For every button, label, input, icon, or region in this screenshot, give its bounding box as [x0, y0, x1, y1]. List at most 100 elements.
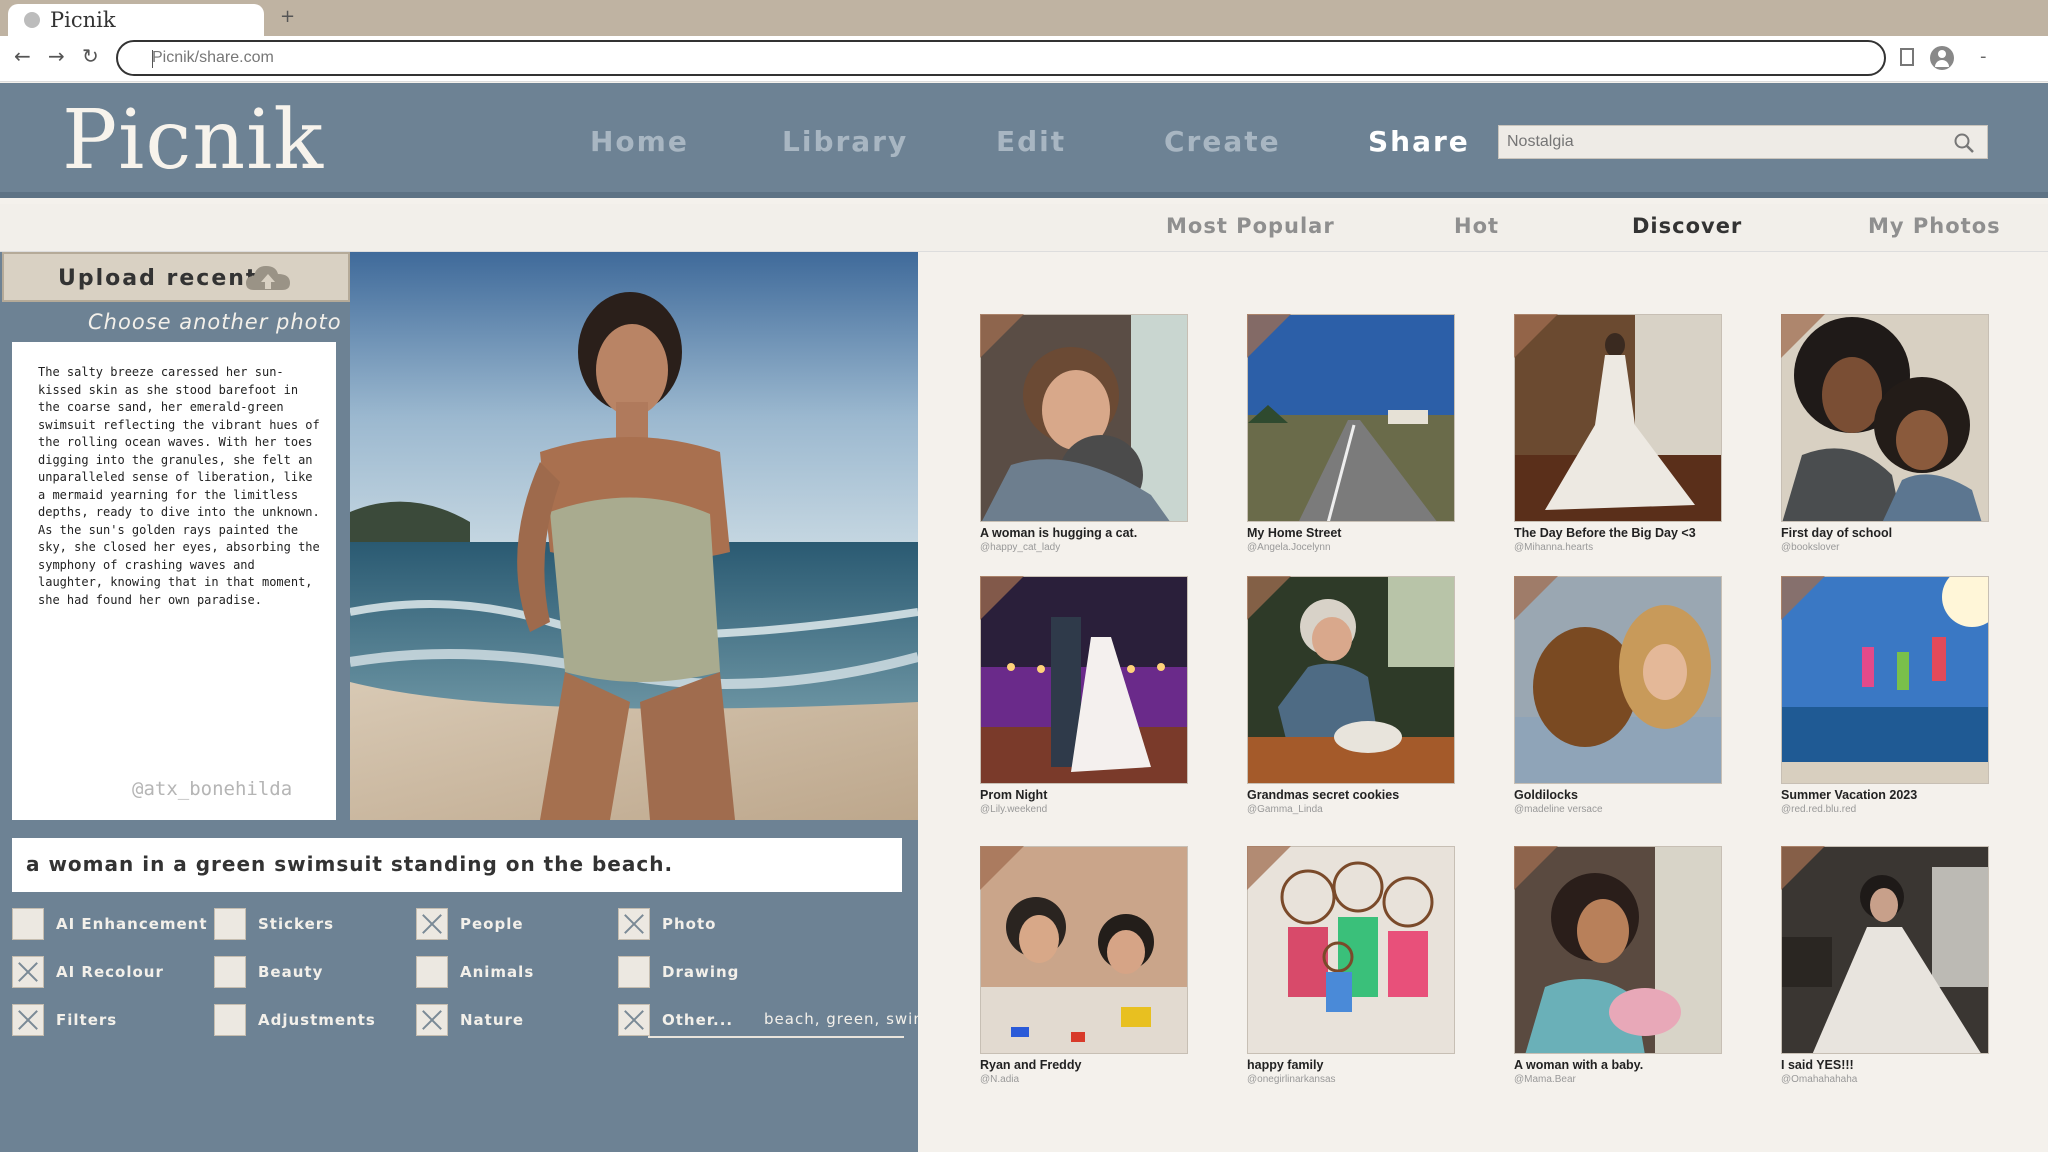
choose-another-photo-link[interactable]: Choose another photo	[88, 310, 342, 334]
checkbox-checked[interactable]	[416, 1004, 448, 1036]
photo-detail-panel: Upload recent Choose another photo The s…	[0, 252, 928, 1152]
nav-share[interactable]: Share	[1368, 125, 1470, 158]
card-title: Prom Night	[980, 788, 1048, 802]
checkbox-checked[interactable]	[618, 1004, 650, 1036]
forward-arrow-icon[interactable]: →	[48, 44, 65, 68]
subnav-most-popular[interactable]: Most Popular	[1166, 214, 1335, 238]
card-title: The Day Before the Big Day <3	[1514, 526, 1696, 540]
story-text: The salty breeze caressed her sun-kissed…	[38, 365, 320, 607]
checkbox[interactable]	[214, 1004, 246, 1036]
card-title: A woman with a baby.	[1514, 1058, 1644, 1072]
card-user[interactable]: @Lily.weekend	[980, 804, 1047, 815]
card-title: A woman is hugging a cat.	[980, 526, 1138, 540]
corner-fold	[980, 846, 1024, 890]
subnav-my-photos[interactable]: My Photos	[1868, 214, 2001, 238]
story-card: The salty breeze caressed her sun-kissed…	[12, 342, 336, 820]
card-user[interactable]: @bookslover	[1781, 542, 1840, 553]
search-icon[interactable]	[1953, 132, 1975, 154]
caption-text: a woman in a green swimsuit standing on …	[26, 852, 674, 876]
upload-recent-label: Upload recent	[58, 266, 259, 291]
option-label: Adjustments	[258, 1011, 376, 1029]
card-user[interactable]: @Mihanna.hearts	[1514, 542, 1593, 553]
new-tab-button[interactable]: +	[280, 6, 295, 27]
card-user[interactable]: @N.adia	[980, 1074, 1019, 1085]
option-label: AI Recolour	[56, 963, 164, 981]
browser-tab[interactable]: Picnik	[8, 4, 264, 36]
url-text: Picnik/share.com	[152, 49, 274, 66]
checkbox[interactable]	[416, 956, 448, 988]
other-tags-underline	[648, 1036, 904, 1038]
card-title: happy family	[1247, 1058, 1324, 1072]
address-bar[interactable]: Picnik/share.com	[116, 40, 1886, 76]
profile-avatar-icon[interactable]	[1930, 46, 1954, 70]
option-label: AI Enhancement	[56, 915, 208, 933]
menu-icon[interactable]: -	[1980, 46, 1987, 67]
corner-fold	[1781, 314, 1825, 358]
corner-fold	[1781, 576, 1825, 620]
search-box	[1498, 125, 1988, 159]
discover-gallery: A woman is hugging a cat. @happy_cat_lad…	[918, 252, 2048, 1152]
checkbox-checked[interactable]	[618, 908, 650, 940]
subnav-hot[interactable]: Hot	[1454, 214, 1499, 238]
checkbox[interactable]	[214, 956, 246, 988]
nav-edit[interactable]: Edit	[996, 125, 1066, 158]
checkbox[interactable]	[12, 908, 44, 940]
other-tags-input[interactable]: beach, green, swim	[764, 1010, 929, 1028]
caption-field[interactable]: a woman in a green swimsuit standing on …	[12, 838, 902, 892]
card-user[interactable]: @happy_cat_lady	[980, 542, 1060, 553]
nav-create[interactable]: Create	[1164, 125, 1281, 158]
browser-tab-bar: Picnik +	[0, 0, 2048, 36]
card-user[interactable]: @red.red.blu.red	[1781, 804, 1856, 815]
checkbox[interactable]	[214, 908, 246, 940]
option-label: Animals	[460, 963, 535, 981]
card-title: First day of school	[1781, 526, 1893, 540]
corner-fold	[980, 576, 1024, 620]
corner-fold	[1247, 846, 1291, 890]
corner-fold	[1781, 846, 1825, 890]
option-label: Drawing	[662, 963, 740, 981]
option-label: Photo	[662, 915, 717, 933]
site-header: Picnik Home Library Edit Create Share	[0, 83, 2048, 198]
option-label: Beauty	[258, 963, 324, 981]
option-label: Filters	[56, 1011, 118, 1029]
card-user[interactable]: @onegirlinarkansas	[1247, 1074, 1336, 1085]
corner-fold	[980, 314, 1024, 358]
favicon-icon	[24, 12, 40, 28]
card-title: Grandmas secret cookies	[1247, 788, 1400, 802]
card-user[interactable]: @madeline versace	[1514, 804, 1603, 815]
corner-fold	[1514, 846, 1558, 890]
card-title: My Home Street	[1247, 526, 1342, 540]
back-arrow-icon[interactable]: ←	[14, 44, 31, 68]
browser-toolbar: ← → ↻ Picnik/share.com -	[0, 36, 2048, 82]
option-label: Nature	[460, 1011, 525, 1029]
site-logo[interactable]: Picnik	[62, 93, 324, 188]
author-handle[interactable]: @atx_bonehilda	[132, 778, 292, 800]
card-user[interactable]: @Gamma_Linda	[1247, 804, 1323, 815]
card-title: Ryan and Freddy	[980, 1058, 1082, 1072]
selected-photo	[350, 252, 918, 820]
subnav-discover[interactable]: Discover	[1632, 214, 1742, 238]
reload-icon[interactable]: ↻	[82, 44, 99, 68]
checkbox[interactable]	[618, 956, 650, 988]
nav-home[interactable]: Home	[590, 125, 689, 158]
checkbox-checked[interactable]	[12, 1004, 44, 1036]
nav-library[interactable]: Library	[782, 125, 908, 158]
option-label: Other...	[662, 1011, 734, 1029]
corner-fold	[1247, 314, 1291, 358]
option-label: Stickers	[258, 915, 335, 933]
card-user[interactable]: @Omahahahaha	[1781, 1074, 1857, 1085]
sub-navigation: Most Popular Hot Discover My Photos	[0, 204, 2048, 252]
corner-fold	[1247, 576, 1291, 620]
search-input[interactable]	[1507, 131, 1927, 153]
card-user[interactable]: @Angela.Jocelynn	[1247, 542, 1331, 553]
checkbox-checked[interactable]	[416, 908, 448, 940]
checkbox-checked[interactable]	[12, 956, 44, 988]
card-user[interactable]: @Mama.Bear	[1514, 1074, 1576, 1085]
tab-title: Picnik	[50, 8, 116, 32]
card-title: Summer Vacation 2023	[1781, 788, 1918, 802]
cloud-upload-icon	[246, 266, 290, 290]
corner-fold	[1514, 576, 1558, 620]
reader-view-icon[interactable]	[1900, 48, 1914, 66]
corner-fold	[1514, 314, 1558, 358]
upload-recent-button[interactable]: Upload recent	[2, 252, 350, 302]
